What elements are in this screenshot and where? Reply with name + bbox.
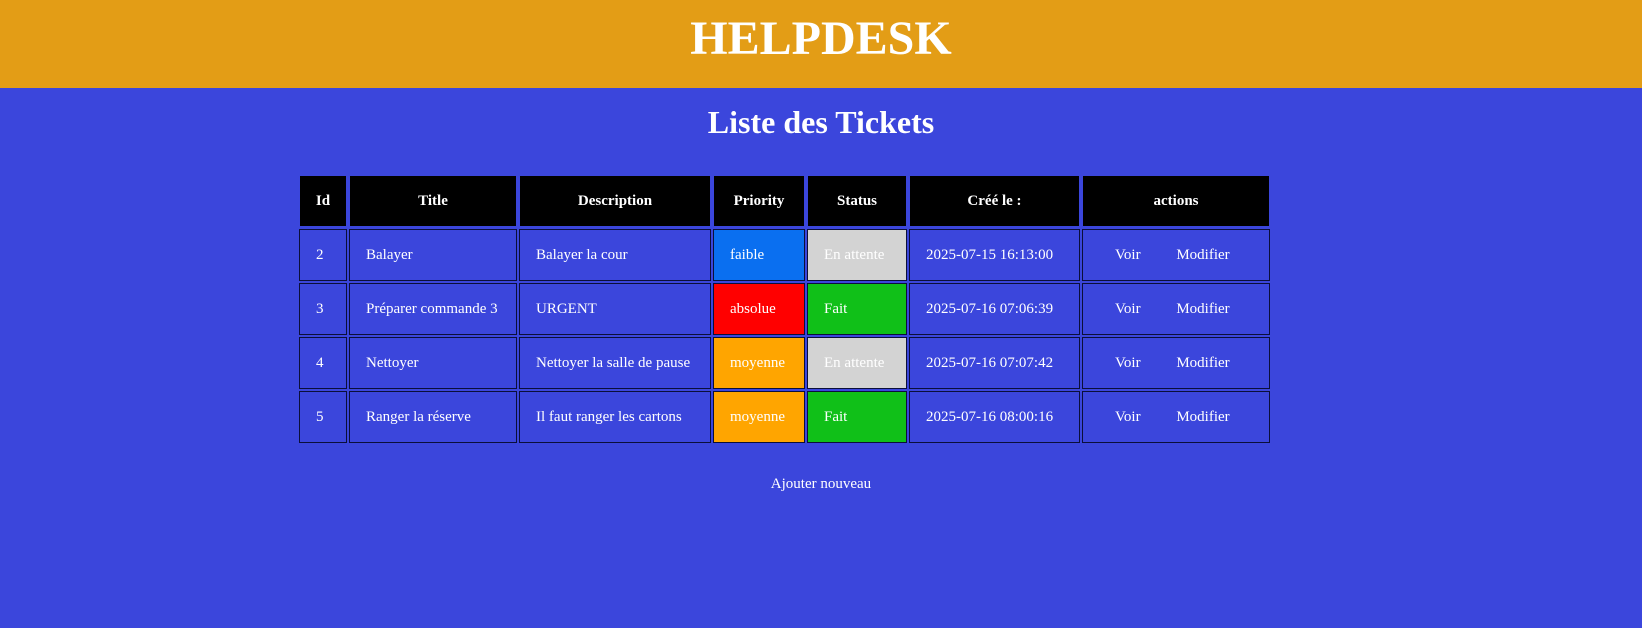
- view-ticket-link[interactable]: Voir: [1115, 355, 1141, 371]
- ticket-title: Préparer commande 3: [349, 283, 517, 335]
- column-header-description: Description: [519, 175, 711, 227]
- edit-ticket-link[interactable]: Modifier: [1176, 355, 1229, 371]
- ticket-description: Il faut ranger les cartons: [519, 391, 711, 443]
- view-ticket-link[interactable]: Voir: [1115, 301, 1141, 317]
- ticket-created: 2025-07-15 16:13:00: [909, 229, 1080, 281]
- ticket-created: 2025-07-16 08:00:16: [909, 391, 1080, 443]
- page-title: Liste des Tickets: [707, 104, 935, 140]
- add-ticket-container: Ajouter nouveau: [0, 476, 1642, 493]
- ticket-created: 2025-07-16 07:07:42: [909, 337, 1080, 389]
- tickets-table: Id Title Description Priority Status Cré…: [297, 173, 1272, 445]
- ticket-description: Nettoyer la salle de pause: [519, 337, 711, 389]
- ticket-title: Balayer: [349, 229, 517, 281]
- ticket-actions: Voir Modifier: [1082, 391, 1270, 443]
- column-header-id: Id: [299, 175, 347, 227]
- table-row: 4 Nettoyer Nettoyer la salle de pause mo…: [299, 337, 1270, 389]
- ticket-status: En attente: [807, 337, 907, 389]
- add-ticket-link[interactable]: Ajouter nouveau: [771, 476, 871, 492]
- table-row: 5 Ranger la réserve Il faut ranger les c…: [299, 391, 1270, 443]
- column-header-actions: actions: [1082, 175, 1270, 227]
- app-header: HELPDESK: [0, 0, 1642, 88]
- column-header-priority: Priority: [713, 175, 805, 227]
- ticket-id: 4: [299, 337, 347, 389]
- ticket-id: 3: [299, 283, 347, 335]
- table-row: 2 Balayer Balayer la cour faible En atte…: [299, 229, 1270, 281]
- ticket-priority: absolue: [713, 283, 805, 335]
- ticket-actions: Voir Modifier: [1082, 337, 1270, 389]
- ticket-id: 2: [299, 229, 347, 281]
- edit-ticket-link[interactable]: Modifier: [1176, 301, 1229, 317]
- column-header-title: Title: [349, 175, 517, 227]
- ticket-id: 5: [299, 391, 347, 443]
- edit-ticket-link[interactable]: Modifier: [1176, 409, 1229, 425]
- column-header-status: Status: [807, 175, 907, 227]
- edit-ticket-link[interactable]: Modifier: [1176, 247, 1229, 263]
- ticket-priority: faible: [713, 229, 805, 281]
- ticket-title: Nettoyer: [349, 337, 517, 389]
- ticket-description: URGENT: [519, 283, 711, 335]
- table-header-row: Id Title Description Priority Status Cré…: [299, 175, 1270, 227]
- ticket-priority: moyenne: [713, 337, 805, 389]
- ticket-priority: moyenne: [713, 391, 805, 443]
- ticket-actions: Voir Modifier: [1082, 229, 1270, 281]
- ticket-actions: Voir Modifier: [1082, 283, 1270, 335]
- table-row: 3 Préparer commande 3 URGENT absolue Fai…: [299, 283, 1270, 335]
- view-ticket-link[interactable]: Voir: [1115, 409, 1141, 425]
- column-header-created: Créé le :: [909, 175, 1080, 227]
- ticket-description: Balayer la cour: [519, 229, 711, 281]
- view-ticket-link[interactable]: Voir: [1115, 247, 1141, 263]
- ticket-status: Fait: [807, 391, 907, 443]
- ticket-title: Ranger la réserve: [349, 391, 517, 443]
- app-title: HELPDESK: [690, 12, 952, 65]
- ticket-status: Fait: [807, 283, 907, 335]
- ticket-created: 2025-07-16 07:06:39: [909, 283, 1080, 335]
- ticket-status: En attente: [807, 229, 907, 281]
